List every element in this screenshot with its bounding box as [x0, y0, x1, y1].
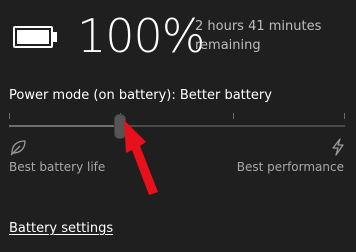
lightning-bolt-icon — [332, 138, 344, 156]
slider-tick — [344, 113, 345, 119]
best-performance-label: Best performance — [236, 160, 344, 174]
best-battery-life-label: Best battery life — [9, 160, 106, 174]
leaf-icon — [10, 140, 26, 156]
time-remaining-line1: 2 hours 41 minutes — [195, 19, 322, 34]
slider-tick — [9, 113, 10, 119]
battery-flyout: 100% 2 hours 41 minutes remaining Power … — [0, 0, 356, 252]
power-mode-label: Power mode (on battery): Better battery — [9, 88, 272, 103]
time-remaining: 2 hours 41 minutes remaining — [195, 17, 345, 55]
slider-track-fill — [9, 125, 120, 127]
time-remaining-line2: remaining — [195, 38, 261, 53]
battery-percentage: 100% — [77, 9, 206, 63]
slider-tick — [233, 113, 234, 119]
battery-settings-link[interactable]: Battery settings — [9, 220, 113, 238]
slider-thumb[interactable] — [114, 114, 126, 139]
battery-full-icon — [13, 26, 57, 48]
power-mode-slider[interactable] — [9, 113, 345, 141]
